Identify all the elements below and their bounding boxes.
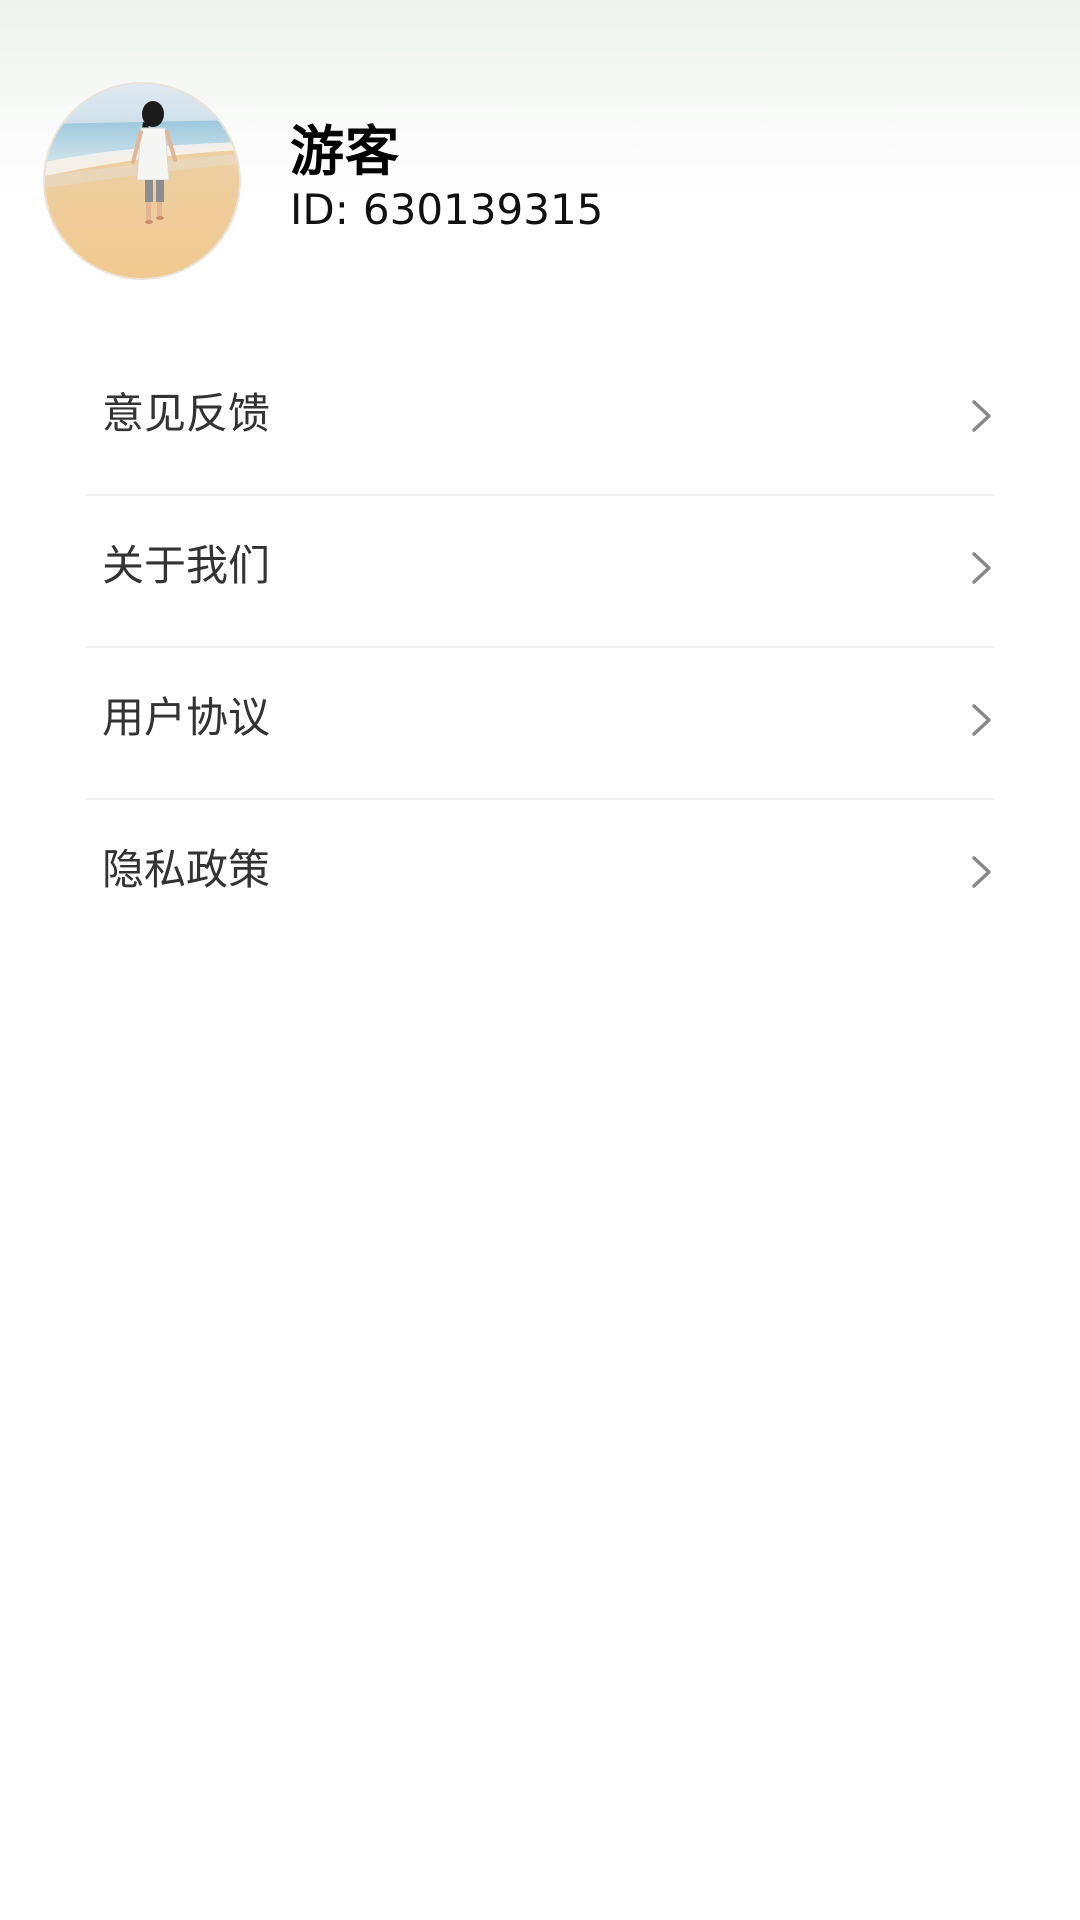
menu-item-privacy-policy[interactable]: 隐私政策 (85, 800, 995, 952)
menu-item-label: 隐私政策 (102, 845, 271, 894)
menu-item-about-us[interactable]: 关于我们 (85, 496, 995, 648)
chevron-right-icon (972, 400, 991, 432)
menu-item-user-agreement[interactable]: 用户协议 (85, 648, 995, 800)
menu-item-feedback[interactable]: 意见反馈 (85, 344, 995, 496)
menu-item-label: 意见反馈 (102, 389, 271, 438)
user-name: 游客 (290, 120, 400, 183)
user-id: ID: 630139315 (290, 184, 603, 236)
profile-header: 游客 ID: 630139315 (0, 0, 1080, 300)
chevron-right-icon (972, 704, 991, 736)
menu-item-label: 关于我们 (102, 541, 271, 590)
user-id-value: 630139315 (362, 185, 604, 234)
settings-menu: 意见反馈 关于我们 用户协议 隐私政策 (85, 344, 995, 952)
avatar[interactable] (43, 82, 241, 280)
avatar-beach-photo (45, 84, 239, 278)
chevron-right-icon (972, 552, 991, 584)
menu-item-label: 用户协议 (102, 693, 271, 742)
user-id-label: ID: (290, 185, 349, 234)
chevron-right-icon (972, 856, 991, 888)
